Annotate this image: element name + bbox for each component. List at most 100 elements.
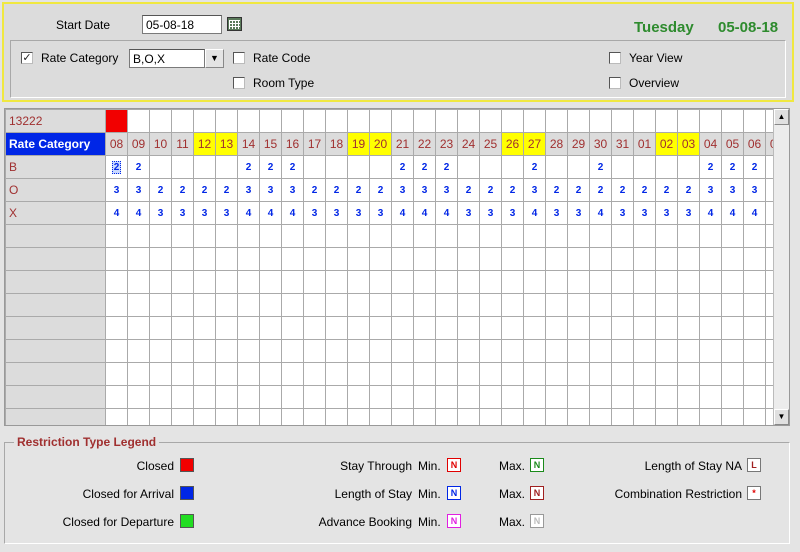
grid-cell[interactable] xyxy=(457,362,480,386)
grid-cell[interactable] xyxy=(655,362,678,386)
grid-cell[interactable] xyxy=(237,109,260,133)
value-cell[interactable]: 3 xyxy=(303,201,326,225)
grid-cell[interactable] xyxy=(237,385,260,409)
grid-cell[interactable] xyxy=(699,293,722,317)
value-cell[interactable]: 4 xyxy=(699,201,722,225)
grid-cell[interactable] xyxy=(589,339,612,363)
grid-cell[interactable] xyxy=(149,362,172,386)
grid-cell[interactable] xyxy=(457,339,480,363)
grid-cell[interactable] xyxy=(501,109,524,133)
date-header-cell[interactable]: 25 xyxy=(479,132,502,156)
value-cell[interactable]: 2 xyxy=(721,155,744,179)
grid-cell[interactable] xyxy=(237,362,260,386)
grid-cell[interactable] xyxy=(369,293,392,317)
grid-cell[interactable] xyxy=(127,270,150,294)
value-cell[interactable]: 2 xyxy=(611,178,634,202)
value-cell[interactable]: 3 xyxy=(105,178,128,202)
grid-cell[interactable] xyxy=(721,339,744,363)
grid-cell[interactable] xyxy=(523,224,546,248)
rate-category-row-label[interactable]: O xyxy=(5,178,106,202)
grid-cell[interactable] xyxy=(501,385,524,409)
grid-cell[interactable] xyxy=(457,293,480,317)
grid-cell[interactable] xyxy=(611,385,634,409)
grid-cell[interactable] xyxy=(171,339,194,363)
grid-cell[interactable] xyxy=(281,270,304,294)
value-cell[interactable]: 3 xyxy=(347,201,370,225)
grid-cell[interactable] xyxy=(237,247,260,271)
grid-cell[interactable] xyxy=(633,293,656,317)
grid-cell[interactable] xyxy=(721,362,744,386)
date-header-cell[interactable]: 08 xyxy=(105,132,128,156)
value-cell[interactable] xyxy=(655,155,678,179)
grid-cell[interactable] xyxy=(105,224,128,248)
value-cell[interactable]: 2 xyxy=(743,155,766,179)
grid-cell[interactable] xyxy=(611,270,634,294)
grid-cell[interactable] xyxy=(369,224,392,248)
grid-cell[interactable] xyxy=(391,316,414,340)
grid-cell[interactable] xyxy=(523,385,546,409)
value-cell[interactable]: 2 xyxy=(501,178,524,202)
value-cell[interactable] xyxy=(501,155,524,179)
grid-cell[interactable] xyxy=(633,339,656,363)
grid-cell[interactable] xyxy=(633,408,656,425)
value-cell[interactable]: 2 xyxy=(457,178,480,202)
value-cell[interactable]: 3 xyxy=(149,201,172,225)
grid-cell[interactable] xyxy=(677,408,700,425)
grid-cell[interactable] xyxy=(479,224,502,248)
grid-cell[interactable] xyxy=(105,385,128,409)
date-header-cell[interactable]: 30 xyxy=(589,132,612,156)
grid-cell[interactable] xyxy=(677,385,700,409)
grid-cell[interactable] xyxy=(677,362,700,386)
grid-cell[interactable] xyxy=(149,270,172,294)
date-header-cell[interactable]: 06 xyxy=(743,132,766,156)
date-header-cell[interactable]: 20 xyxy=(369,132,392,156)
value-cell[interactable]: 2 xyxy=(149,178,172,202)
grid-cell[interactable] xyxy=(501,339,524,363)
grid-cell[interactable] xyxy=(127,339,150,363)
value-cell[interactable]: 4 xyxy=(281,201,304,225)
value-cell[interactable]: 2 xyxy=(369,178,392,202)
grid-cell[interactable] xyxy=(523,109,546,133)
grid-cell[interactable] xyxy=(545,408,568,425)
grid-cell[interactable] xyxy=(479,247,502,271)
rate-category-row-label[interactable]: X xyxy=(5,201,106,225)
date-header-cell[interactable]: 28 xyxy=(545,132,568,156)
grid-cell[interactable] xyxy=(413,316,436,340)
grid-cell[interactable] xyxy=(347,339,370,363)
grid-cell[interactable] xyxy=(545,362,568,386)
value-cell[interactable]: 4 xyxy=(721,201,744,225)
grid-cell[interactable] xyxy=(633,385,656,409)
grid-cell[interactable] xyxy=(193,339,216,363)
grid-cell[interactable] xyxy=(633,224,656,248)
date-header-cell[interactable]: 29 xyxy=(567,132,590,156)
grid-cell[interactable] xyxy=(325,339,348,363)
date-header-cell[interactable]: 27 xyxy=(523,132,546,156)
grid-cell[interactable] xyxy=(501,224,524,248)
value-cell[interactable]: 3 xyxy=(237,178,260,202)
value-cell[interactable] xyxy=(369,155,392,179)
grid-cell[interactable] xyxy=(479,109,502,133)
grid-cell[interactable] xyxy=(215,224,238,248)
grid-cell[interactable] xyxy=(611,247,634,271)
grid-cell[interactable] xyxy=(369,109,392,133)
grid-cell[interactable] xyxy=(721,385,744,409)
grid-cell[interactable] xyxy=(611,408,634,425)
grid-cell[interactable] xyxy=(105,362,128,386)
value-cell[interactable]: 2 xyxy=(391,155,414,179)
grid-cell[interactable] xyxy=(325,270,348,294)
value-cell[interactable]: 2 xyxy=(655,178,678,202)
grid-cell[interactable] xyxy=(215,247,238,271)
grid-cell[interactable] xyxy=(655,385,678,409)
grid-cell[interactable] xyxy=(699,224,722,248)
grid-cell[interactable] xyxy=(611,316,634,340)
grid-cell[interactable] xyxy=(677,109,700,133)
grid-cell[interactable] xyxy=(567,293,590,317)
grid-cell[interactable] xyxy=(567,362,590,386)
grid-cell[interactable] xyxy=(611,362,634,386)
grid-cell[interactable] xyxy=(347,316,370,340)
value-cell[interactable]: 3 xyxy=(457,201,480,225)
grid-cell[interactable] xyxy=(743,293,766,317)
grid-cell[interactable] xyxy=(127,316,150,340)
grid-cell[interactable] xyxy=(171,247,194,271)
value-cell[interactable]: 3 xyxy=(479,201,502,225)
